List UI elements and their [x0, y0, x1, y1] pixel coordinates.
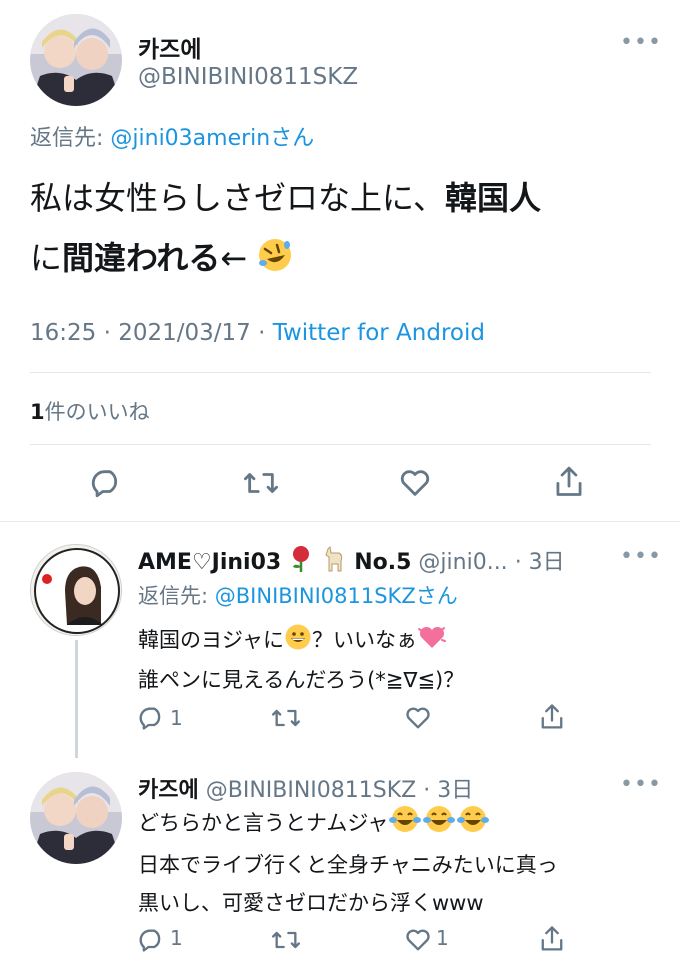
avatar[interactable] — [30, 544, 122, 636]
llama-emoji — [321, 545, 347, 579]
reply-text-line2: 日本でライブ行くと全身チャニみたいに真っ — [138, 853, 558, 877]
more-icon[interactable]: ••• — [620, 772, 662, 797]
reply-icon[interactable] — [138, 926, 166, 954]
tweet-text-line1: 私は女性らしさゼロな上に、 — [30, 179, 446, 217]
user-handle[interactable]: @jini0... — [418, 550, 507, 575]
more-icon[interactable]: ••• — [620, 544, 662, 569]
reply-time[interactable]: · 3日 — [515, 550, 565, 575]
reply-text-line1: 韓国のヨジャに — [138, 628, 284, 652]
like-icon[interactable] — [404, 704, 432, 732]
rolling-laughing-emoji — [257, 232, 293, 292]
reply-count: 1 — [170, 926, 183, 950]
like-stats[interactable]: 1件のいいね — [30, 396, 150, 426]
reply-text-line3: 黒いし、可愛さゼロだから浮くwww — [138, 891, 484, 915]
reply-to-link[interactable]: @jini03amerinさん — [110, 126, 314, 151]
reply-time[interactable]: · 3日 — [423, 778, 473, 803]
tweet-text-arrow: ← — [220, 239, 248, 277]
display-name[interactable]: AME♡Jini03 — [138, 550, 281, 575]
reply-text-line1b: ？いいなぁ — [311, 628, 417, 652]
reply-prefix: 返信先: — [138, 584, 215, 608]
reply-to-link[interactable]: @BINIBINI0811SKZさん — [215, 584, 458, 608]
reply-text-line1: どちらかと言うとナムジャ — [138, 811, 389, 835]
reply-icon[interactable] — [90, 466, 124, 500]
display-name[interactable]: 카즈에 — [138, 778, 199, 803]
rose-emoji — [288, 545, 314, 579]
retweet-icon[interactable] — [242, 466, 280, 500]
tweet-text-bold1: 韓国人 — [445, 179, 542, 217]
like-label: 件のいいね — [44, 400, 150, 424]
display-name-suffix[interactable]: No.5 — [354, 550, 411, 575]
section-divider — [0, 521, 680, 522]
display-name[interactable]: 카즈에 — [138, 30, 201, 64]
tweet-text: 私は女性らしさゼロな上に、韓国人 に間違われる← — [30, 168, 660, 292]
like-count: 1 — [30, 400, 45, 424]
reply-icon[interactable] — [138, 704, 166, 732]
heart-emoji — [417, 623, 447, 662]
tweet-source[interactable]: Twitter for Android — [273, 320, 485, 346]
retweet-icon[interactable] — [270, 926, 302, 954]
share-icon[interactable] — [538, 702, 566, 732]
reply-header: AME♡Jini03 No.5 @jini0... · 3日 — [138, 544, 565, 579]
reply-header: 카즈에 @BINIBINI0811SKZ · 3日 — [138, 772, 473, 804]
avatar[interactable] — [30, 772, 122, 864]
like-count: 1 — [436, 926, 449, 950]
thread-line — [75, 640, 78, 758]
like-icon[interactable] — [404, 926, 432, 954]
like-icon[interactable] — [398, 466, 432, 500]
grinning-emoji — [284, 623, 312, 662]
tears-of-joy-emoji — [456, 804, 490, 846]
tears-of-joy-emoji — [388, 804, 422, 846]
reply-text: 韓国のヨジャに ？いいなぁ 誰ペンに見えるんだろう(*≧∇≦)？ — [138, 622, 464, 698]
reply-text: どちらかと言うとナムジャ 日本でライブ行くと全身チャニみたいに真っ 黒いし、可愛… — [138, 804, 558, 922]
user-handle[interactable]: @BINIBINI0811SKZ — [138, 64, 358, 90]
reply-context: 返信先: @BINIBINI0811SKZさん — [138, 580, 458, 610]
user-handle[interactable]: @BINIBINI0811SKZ — [206, 778, 417, 803]
tweet-text-line2: に — [30, 239, 63, 277]
tweet-text-bold2: 間違われる — [62, 239, 221, 277]
tweet-metadata: 16:25 · 2021/03/17 · Twitter for Android — [30, 320, 485, 346]
more-icon[interactable]: ••• — [620, 30, 662, 55]
divider — [30, 444, 651, 445]
reply-context: 返信先: @jini03amerinさん — [30, 120, 314, 152]
timestamp[interactable]: 16:25 · 2021/03/17 · — [30, 320, 273, 346]
divider — [30, 372, 651, 373]
reply-text-line2: 誰ペンに見えるんだろう(*≧∇≦)？ — [138, 668, 465, 692]
reply-prefix: 返信先: — [30, 126, 111, 151]
share-icon[interactable] — [552, 464, 586, 500]
tears-of-joy-emoji — [422, 804, 456, 846]
avatar[interactable] — [30, 14, 122, 106]
share-icon[interactable] — [538, 924, 566, 954]
reply-count: 1 — [170, 706, 183, 730]
retweet-icon[interactable] — [270, 704, 302, 732]
